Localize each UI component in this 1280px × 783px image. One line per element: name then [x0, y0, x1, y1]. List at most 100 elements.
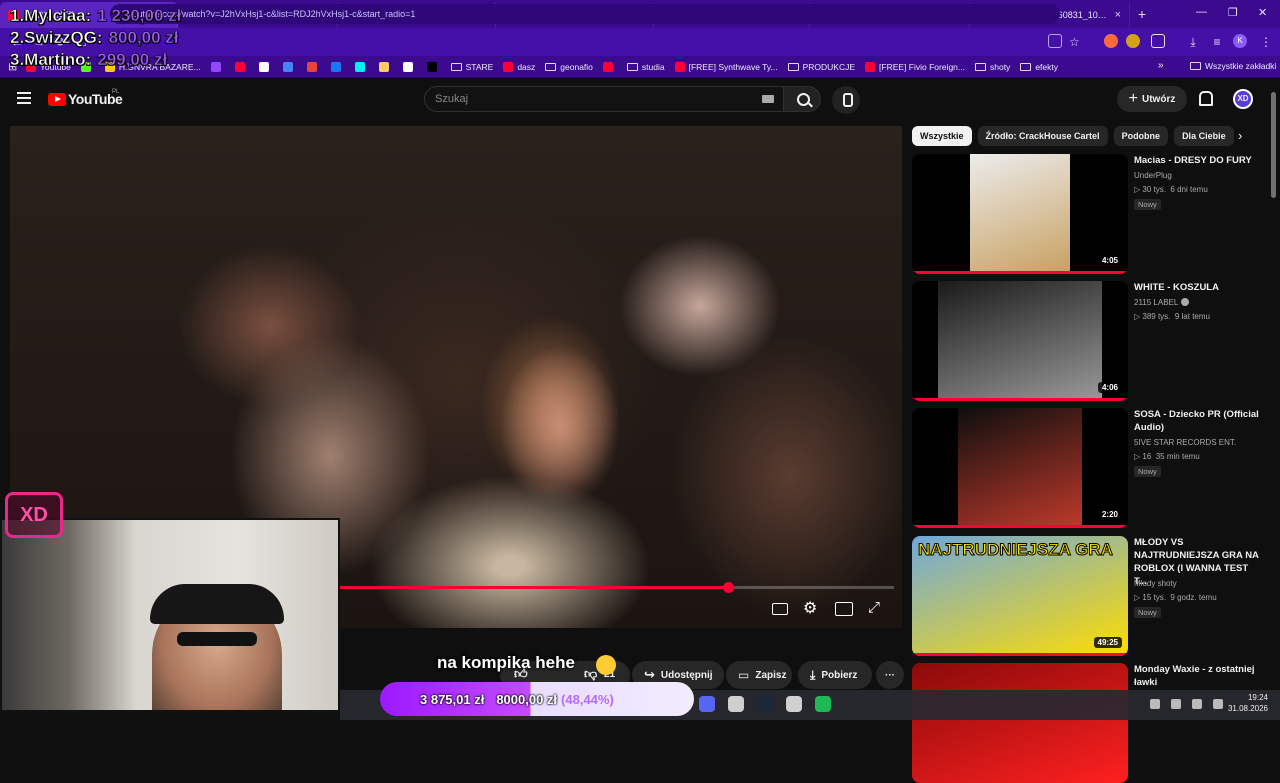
bookmark-item[interactable]	[258, 61, 273, 72]
bookmark-item[interactable]	[282, 61, 297, 72]
bookmark-item[interactable]: [FREE] Synthwave Ty...	[674, 61, 778, 72]
progress-bar[interactable]	[340, 582, 894, 593]
bookmark-folder[interactable]: shoty	[974, 62, 1010, 72]
network-tray-icon[interactable]	[1150, 699, 1160, 709]
voice-search-mic-icon[interactable]	[832, 86, 860, 114]
bookmark-item[interactable]	[306, 61, 321, 72]
channel-name[interactable]: UnderPlug	[1134, 171, 1172, 180]
filter-chip[interactable]: Źródło: CrackHouse Cartel	[977, 126, 1108, 146]
bookmark-item[interactable]	[426, 61, 441, 72]
obs-icon[interactable]	[786, 696, 802, 712]
youtube-logo-icon[interactable]	[48, 93, 66, 106]
download-button[interactable]: ⤓ Pobierz	[798, 661, 872, 689]
extension-icon[interactable]	[1104, 34, 1118, 48]
close-window-icon[interactable]: ✕	[1258, 6, 1267, 19]
scrubber-handle[interactable]	[722, 582, 734, 593]
bookmark-item[interactable]	[354, 61, 369, 72]
channel-name[interactable]: Mlody shoty	[1134, 579, 1177, 588]
recommended-video[interactable]: 2:20 SOSA - Dziecko PR (Official Audio) 5I…	[912, 408, 1272, 528]
video-thumbnail[interactable]: NAJTRUDNIEJSZA GRA 49:25	[912, 536, 1128, 656]
theater-mode-icon[interactable]	[834, 600, 853, 616]
bookmark-folder[interactable]: STARE	[450, 62, 493, 72]
bookmark-folder[interactable]: PRODUKCJE	[787, 61, 856, 72]
restore-icon[interactable]: ❐	[1228, 6, 1238, 19]
system-clock[interactable]: 19:24 31.08.2026	[1228, 692, 1268, 714]
video-thumbnail[interactable]: 4:05	[912, 154, 1128, 274]
more-bookmarks-icon[interactable]: »	[1158, 60, 1164, 71]
media-icon[interactable]: ≡	[1210, 35, 1224, 49]
search-input[interactable]: Szukaj	[424, 86, 784, 112]
bookmark-item[interactable]	[602, 61, 617, 72]
volume-tray-icon[interactable]	[1192, 699, 1202, 709]
video-thumbnail[interactable]: 2:20	[912, 408, 1128, 528]
recommended-video[interactable]: 4:06 WHITE - KOSZULA 2115 LABEL ▷ 389 tys. …	[912, 281, 1272, 401]
create-button[interactable]: + Utwórz	[1117, 86, 1187, 112]
menu-kebab-icon[interactable]: ⋮	[1259, 35, 1273, 49]
bookmark-label: PRODUKCJE	[802, 61, 856, 72]
bookmark-item[interactable]	[210, 61, 225, 72]
video-title[interactable]: WHITE - KOSZULA	[1134, 281, 1262, 294]
notifications-bell-icon[interactable]	[1197, 91, 1213, 106]
bookmark-folder[interactable]: geonafio	[545, 62, 593, 72]
account-avatar[interactable]: XD	[1233, 89, 1253, 109]
filter-chip[interactable]: Dla Ciebie	[1174, 126, 1234, 146]
bookmark-favicon-icon	[674, 61, 685, 72]
bookmark-item[interactable]: [FREE] Fivio Foreign...	[865, 61, 965, 72]
fullscreen-icon[interactable]	[866, 598, 884, 616]
thumbs-down-icon[interactable]: 👎︎	[584, 666, 597, 682]
channel-name[interactable]: 2115 LABEL	[1134, 298, 1190, 307]
bookmark-folder[interactable]: studia	[626, 62, 665, 72]
discord-icon[interactable]	[699, 696, 715, 712]
bookmark-item[interactable]	[378, 61, 393, 72]
profile-icon[interactable]: K	[1233, 34, 1247, 48]
recommended-video[interactable]: 4:05 Macias - DRESY DO FURY UnderPlug ▷ 30 …	[912, 154, 1272, 274]
folder-icon	[1020, 62, 1032, 71]
bookmark-favicon-icon	[503, 61, 514, 72]
page-scrollbar[interactable]	[1271, 92, 1276, 198]
search-button[interactable]	[783, 86, 821, 112]
video-title[interactable]: SOSA - Dziecko PR (Official Audio)	[1134, 408, 1262, 434]
video-title[interactable]: Monday Waxie - z ostatniej ławki	[1134, 663, 1262, 689]
extensions-puzzle-icon[interactable]	[1151, 34, 1165, 48]
duration-badge: 2:20	[1097, 509, 1122, 520]
bookmark-item[interactable]	[330, 61, 345, 72]
thumbnail-image	[938, 281, 1102, 401]
bookmark-label: [FREE] Fivio Foreign...	[879, 61, 965, 72]
all-bookmarks[interactable]: Wszystkie zakładki	[1190, 61, 1276, 71]
keyboard-icon[interactable]	[762, 95, 774, 103]
channel-name[interactable]: 5IVE STAR RECORDS ENT.	[1134, 438, 1236, 447]
spotify-icon[interactable]	[815, 696, 831, 712]
filter-chip[interactable]: Wszystkie	[912, 126, 972, 146]
star-bookmark-icon[interactable]: ☆	[1069, 35, 1083, 49]
bookmark-item[interactable]	[234, 61, 249, 72]
chevron-right-icon[interactable]: ›	[1238, 128, 1242, 143]
bookmark-item[interactable]: dasz	[503, 61, 535, 72]
app-icon[interactable]	[728, 696, 744, 712]
subtitles-icon[interactable]	[770, 600, 788, 616]
settings-gear-icon[interactable]	[802, 598, 820, 617]
steam-icon[interactable]	[757, 696, 773, 712]
tab-close-icon[interactable]: ×	[1115, 9, 1121, 21]
bookmark-item[interactable]	[402, 61, 417, 72]
watched-progress	[912, 653, 1128, 656]
cast-icon[interactable]	[1048, 34, 1062, 48]
video-thumbnail[interactable]: 4:06	[912, 281, 1128, 401]
grin-emoji-icon	[596, 655, 616, 675]
save-button[interactable]: ▭ Zapisz	[726, 661, 792, 689]
minimize-icon[interactable]: —	[1196, 6, 1207, 18]
bookmark-folder[interactable]: efekty	[1020, 62, 1058, 72]
extension-icon[interactable]	[1126, 34, 1140, 48]
video-thumbnail[interactable]	[912, 663, 1128, 783]
more-actions-button[interactable]: ···	[876, 661, 904, 689]
filter-chip[interactable]: Podobne	[1113, 126, 1169, 146]
new-tab-plus-icon[interactable]: +	[1130, 6, 1154, 22]
video-title[interactable]: Macias - DRESY DO FURY	[1134, 154, 1262, 167]
recommended-video[interactable]: NAJTRUDNIEJSZA GRA 49:25 MŁODY VS NAJTRUDN…	[912, 536, 1272, 656]
download-icon[interactable]: ⤓	[1186, 35, 1200, 49]
donor-amount: 800,00 zł	[108, 28, 179, 48]
microphone-tray-icon[interactable]	[1171, 699, 1181, 709]
url-bar[interactable]: youtube.com/watch?v=J2hVxHsj1-c&list=RDJ…	[110, 4, 1060, 24]
hamburger-menu-icon[interactable]	[17, 92, 31, 104]
recommended-video[interactable]: Monday Waxie - z ostatniej ławki	[912, 663, 1272, 783]
battery-tray-icon[interactable]	[1213, 699, 1223, 709]
